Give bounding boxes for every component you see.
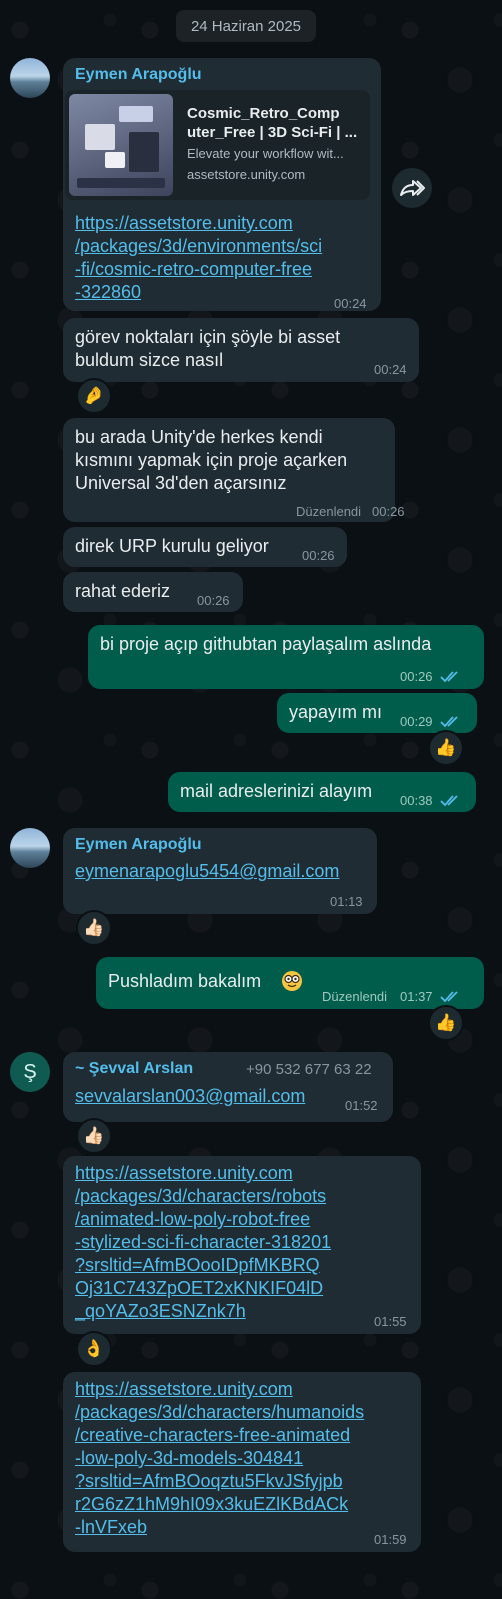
message-time: 00:24	[374, 362, 407, 377]
message-time: 01:55	[374, 1314, 407, 1329]
message-time: 00:24	[334, 296, 367, 311]
read-ticks-icon	[440, 671, 458, 683]
sender-name[interactable]: Eymen Arapoğlu	[75, 66, 202, 84]
date-divider-label: 24 Haziran 2025	[190, 17, 302, 35]
message-text: direk URP kurulu geliyor	[75, 536, 269, 556]
read-ticks-icon	[440, 716, 458, 728]
reaction-badge[interactable]: 🤌	[76, 378, 112, 414]
nerd-face-emoji-icon	[282, 971, 302, 991]
message-text: rahat ederiz	[75, 581, 171, 601]
message-text: mail adreslerinizi alayım	[180, 781, 373, 801]
message-time: 01:37	[400, 989, 433, 1004]
message-time: 00:26	[197, 593, 230, 608]
message-text: görev noktaları için şöyle bi asset buld…	[75, 327, 341, 370]
message-time: 00:26	[302, 548, 335, 563]
link-preview-domain: assetstore.unity.com	[187, 167, 306, 182]
message-text: yapayım mı	[289, 702, 383, 722]
sender-name[interactable]: ~ Şevval Arslan	[75, 1060, 193, 1078]
message-text: Pushladım bakalım	[108, 971, 262, 991]
reaction-badge[interactable]: 👌	[76, 1331, 112, 1367]
forward-icon	[400, 180, 425, 196]
link-preview-card[interactable]: Cosmic_Retro_Comp uter_Free | 3D Sci-Fi …	[65, 90, 370, 200]
message-text: bu arada Unity'de herkes kendi kısmını y…	[75, 427, 348, 493]
reaction-badge[interactable]: 👍	[428, 1005, 464, 1041]
message-link[interactable]: https://assetstore.unity.com /packages/3…	[75, 1162, 331, 1323]
forward-button[interactable]	[392, 168, 432, 208]
email-link[interactable]: eymenarapoglu5454@gmail.com	[75, 860, 339, 883]
reaction-badge[interactable]: 👍🏻	[76, 1118, 112, 1154]
avatar-eymen[interactable]	[10, 58, 50, 98]
edited-label: Düzenlendi	[322, 989, 388, 1004]
read-ticks-icon	[440, 795, 458, 807]
message-time: 01:59	[374, 1532, 407, 1547]
message-time: 00:38	[400, 793, 433, 808]
message-link[interactable]: https://assetstore.unity.com /packages/3…	[75, 1378, 364, 1539]
link-preview-thumbnail	[69, 94, 173, 196]
link-preview-title: Cosmic_Retro_Comp uter_Free | 3D Sci-Fi …	[187, 105, 358, 141]
avatar-eymen[interactable]	[10, 828, 50, 868]
message-link[interactable]: https://assetstore.unity.com /packages/3…	[75, 212, 322, 304]
date-divider: 24 Haziran 2025	[176, 10, 316, 42]
message-time: 00:26	[400, 669, 433, 684]
sender-phone: +90 532 677 63 22	[246, 1061, 372, 1078]
reaction-badge[interactable]: 👍🏻	[76, 910, 112, 946]
message-text: bi proje açıp githubtan paylaşalım aslın…	[100, 634, 432, 654]
read-ticks-icon	[440, 991, 458, 1003]
reaction-badge[interactable]: 👍	[428, 730, 464, 766]
message-time: 01:52	[345, 1098, 378, 1113]
sender-name[interactable]: Eymen Arapoğlu	[75, 836, 202, 854]
edited-label: Düzenlendi	[296, 504, 362, 519]
avatar-sevval[interactable]: Ş	[10, 1052, 50, 1092]
message-time: 00:29	[400, 714, 433, 729]
link-preview-description: Elevate your workflow wit...	[187, 146, 344, 161]
message-time: 00:26	[372, 504, 405, 519]
message-time: 01:13	[330, 894, 363, 909]
email-link[interactable]: sevvalarslan003@gmail.com	[75, 1085, 305, 1108]
